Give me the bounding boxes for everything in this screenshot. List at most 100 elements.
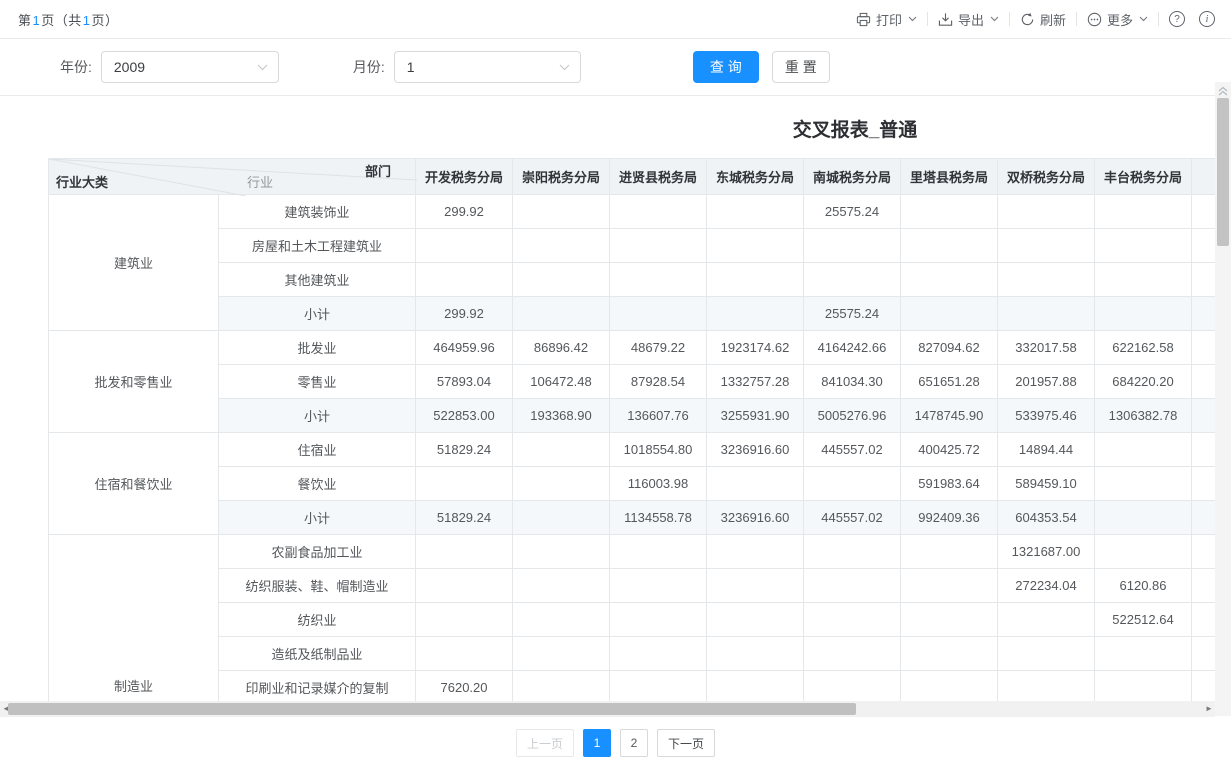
chevron-down-icon bbox=[257, 64, 268, 71]
data-cell bbox=[998, 671, 1095, 702]
data-cell: 604353.54 bbox=[998, 501, 1095, 535]
month-select[interactable]: 1 bbox=[394, 51, 581, 83]
data-cell bbox=[901, 297, 998, 331]
data-cell bbox=[416, 229, 513, 263]
data-cell: 48679.22 bbox=[610, 331, 707, 365]
data-cell bbox=[610, 195, 707, 229]
horizontal-scrollbar[interactable]: ◄ ► bbox=[0, 701, 1215, 717]
toolbar-divider bbox=[927, 12, 928, 26]
data-cell: 57893.04 bbox=[416, 365, 513, 399]
data-cell: 1923174.62 bbox=[707, 331, 804, 365]
data-cell bbox=[610, 569, 707, 603]
data-cell bbox=[513, 671, 610, 702]
data-cell: 1332757.28 bbox=[707, 365, 804, 399]
table-row: 餐饮业116003.98591983.64589459.10 bbox=[49, 467, 1231, 501]
year-select[interactable]: 2009 bbox=[101, 51, 279, 83]
data-cell bbox=[416, 263, 513, 297]
page-number-button[interactable]: 2 bbox=[620, 729, 648, 757]
data-cell bbox=[513, 297, 610, 331]
table-row: 住宿和餐饮业住宿业51829.241018554.803236916.60445… bbox=[49, 433, 1231, 467]
data-cell: 1478745.90 bbox=[901, 399, 998, 433]
more-icon bbox=[1087, 12, 1102, 27]
data-cell bbox=[804, 569, 901, 603]
scroll-up-icon[interactable] bbox=[1215, 82, 1231, 96]
data-cell: 299.92 bbox=[416, 297, 513, 331]
next-page-button[interactable]: 下一页 bbox=[657, 729, 715, 757]
data-cell bbox=[513, 433, 610, 467]
data-cell: 992409.36 bbox=[901, 501, 998, 535]
data-cell: 7620.20 bbox=[416, 671, 513, 702]
prev-page-button[interactable]: 上一页 bbox=[516, 729, 574, 757]
report-title: 交叉报表_普通 bbox=[0, 118, 1231, 144]
data-cell: 3236916.60 bbox=[707, 433, 804, 467]
data-cell: 464959.96 bbox=[416, 331, 513, 365]
report-canvas: 交叉报表_普通 部门 行业 行业大类开发税务分局崇阳税务分局进贤县税务局东城税务… bbox=[0, 96, 1231, 701]
data-cell bbox=[707, 229, 804, 263]
column-header: 丰台税务分局 bbox=[1095, 159, 1192, 195]
horizontal-scrollbar-thumb[interactable] bbox=[8, 703, 856, 715]
data-cell bbox=[998, 263, 1095, 297]
more-button[interactable]: 更多 bbox=[1087, 10, 1148, 29]
row-label-cell: 纺织服装、鞋、帽制造业 bbox=[219, 569, 416, 603]
print-button[interactable]: 打印 bbox=[856, 10, 917, 29]
corner-header-cell: 部门 行业 行业大类 bbox=[49, 159, 416, 195]
month-label: 月份: bbox=[353, 57, 385, 77]
column-header: 开发税务分局 bbox=[416, 159, 513, 195]
data-cell bbox=[804, 637, 901, 671]
data-cell bbox=[901, 671, 998, 702]
data-cell bbox=[1095, 263, 1192, 297]
data-cell: 136607.76 bbox=[610, 399, 707, 433]
table-row: 房屋和土木工程建筑业 bbox=[49, 229, 1231, 263]
data-cell: 3255931.90 bbox=[707, 399, 804, 433]
data-cell: 622162.58 bbox=[1095, 331, 1192, 365]
query-button[interactable]: 查 询 bbox=[693, 51, 759, 83]
vertical-scrollbar[interactable] bbox=[1215, 82, 1231, 716]
data-cell bbox=[610, 535, 707, 569]
corner-label-industry: 行业 bbox=[247, 172, 273, 191]
total-page-number: 1 bbox=[82, 13, 92, 28]
data-cell: 841034.30 bbox=[804, 365, 901, 399]
data-cell bbox=[998, 603, 1095, 637]
page-number-button[interactable]: 1 bbox=[583, 729, 611, 757]
data-cell: 4164242.66 bbox=[804, 331, 901, 365]
data-cell bbox=[707, 297, 804, 331]
report-viewer-app: 第1页（共1页） 打印导出刷新更多 ? i 年份: 2009 月份: 1 查 询… bbox=[0, 0, 1231, 768]
column-header: 崇阳税务分局 bbox=[513, 159, 610, 195]
table-row: 造纸及纸制品业 bbox=[49, 637, 1231, 671]
data-cell: 201957.88 bbox=[998, 365, 1095, 399]
scroll-right-arrow-icon[interactable]: ► bbox=[1203, 701, 1215, 717]
report-table: 部门 行业 行业大类开发税务分局崇阳税务分局进贤县税务局东城税务分局南城税务分局… bbox=[48, 158, 1231, 701]
data-cell bbox=[513, 195, 610, 229]
toolbar-divider bbox=[1076, 12, 1077, 26]
export-button[interactable]: 导出 bbox=[938, 10, 999, 29]
data-cell bbox=[998, 637, 1095, 671]
data-cell: 6120.86 bbox=[1095, 569, 1192, 603]
vertical-scrollbar-thumb[interactable] bbox=[1217, 98, 1229, 246]
month-select-value: 1 bbox=[407, 59, 415, 75]
data-cell bbox=[707, 569, 804, 603]
data-cell bbox=[416, 637, 513, 671]
data-cell bbox=[513, 263, 610, 297]
data-cell bbox=[901, 569, 998, 603]
more-label: 更多 bbox=[1107, 10, 1133, 29]
refresh-button[interactable]: 刷新 bbox=[1020, 10, 1066, 29]
reset-button[interactable]: 重 置 bbox=[772, 51, 830, 83]
data-cell bbox=[901, 195, 998, 229]
refresh-label: 刷新 bbox=[1040, 10, 1066, 29]
group-label-cell: 建筑业 bbox=[49, 195, 219, 331]
column-header: 里塔县税务局 bbox=[901, 159, 998, 195]
data-cell bbox=[901, 263, 998, 297]
data-cell: 299.92 bbox=[416, 195, 513, 229]
data-cell: 1306382.78 bbox=[1095, 399, 1192, 433]
data-cell: 193368.90 bbox=[513, 399, 610, 433]
topbar: 第1页（共1页） 打印导出刷新更多 ? i bbox=[0, 0, 1231, 39]
data-cell: 3236916.60 bbox=[707, 501, 804, 535]
row-label-cell: 小计 bbox=[219, 399, 416, 433]
data-cell: 1018554.80 bbox=[610, 433, 707, 467]
help-icon[interactable]: ? bbox=[1169, 11, 1185, 27]
refresh-icon bbox=[1020, 12, 1035, 27]
info-icon[interactable]: i bbox=[1199, 11, 1215, 27]
data-cell bbox=[804, 535, 901, 569]
table-row: 印刷业和记录媒介的复制7620.20 bbox=[49, 671, 1231, 702]
row-label-cell: 建筑装饰业 bbox=[219, 195, 416, 229]
